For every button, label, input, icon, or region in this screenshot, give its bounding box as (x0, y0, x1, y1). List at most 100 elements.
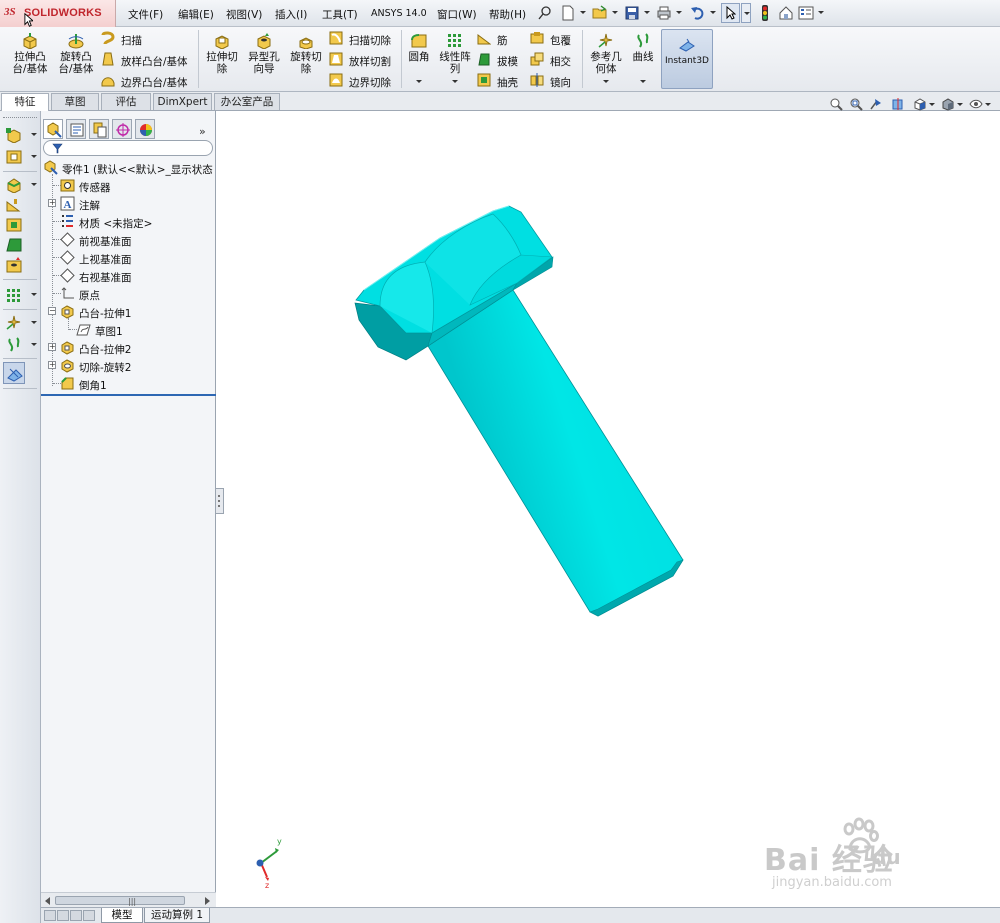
reference-geometry-button[interactable]: 参考几 何体 (587, 33, 625, 75)
curves-button[interactable]: 曲线 (629, 33, 657, 63)
undo-icon[interactable] (690, 5, 706, 21)
scroll-thumb[interactable]: ||| (55, 896, 185, 906)
undo-dropdown-icon[interactable] (710, 11, 716, 14)
tab-configurationmanager[interactable] (89, 119, 109, 139)
menu-view[interactable]: 视图(V) (226, 7, 262, 22)
menu-tools[interactable]: 工具(T) (322, 7, 358, 22)
graphics-area[interactable]: y z Bai 经验 du jingyan.baidu.com (225, 111, 1000, 907)
bolt-shaft[interactable] (427, 289, 684, 617)
tree-node-sensors[interactable]: 传感器 (60, 177, 210, 195)
boundary-boss-button[interactable]: 边界凸台/基体 (101, 72, 201, 90)
tab-last-button[interactable] (83, 910, 95, 921)
tab-office-products[interactable]: 办公室产品 (214, 93, 280, 110)
new-document-icon[interactable] (560, 5, 576, 21)
save-dropdown-icon[interactable] (644, 11, 650, 14)
lofted-boss-button[interactable]: 放样凸台/基体 (101, 51, 201, 69)
select-button[interactable] (721, 3, 740, 23)
extruded-boss-button[interactable]: 拉伸凸 台/基体 (10, 33, 50, 75)
tree-node-boss-extrude2[interactable]: 凸台-拉伸2 (60, 339, 210, 357)
rib-tool-icon[interactable] (5, 197, 23, 213)
save-icon[interactable] (624, 5, 640, 21)
extruded-boss-tool-icon[interactable] (5, 127, 23, 143)
menu-insert[interactable]: 插入(I) (275, 7, 307, 22)
view-orientation-icon[interactable] (913, 97, 927, 111)
tree-node-cut-revolve2[interactable]: 切除-旋转2 (60, 357, 210, 375)
swept-boss-button[interactable]: 扫描 (101, 30, 201, 48)
curves-dropdown-icon[interactable] (640, 80, 646, 83)
wrap-button[interactable]: 包覆 (530, 30, 580, 48)
menu-edit[interactable]: 编辑(E) (178, 7, 214, 22)
fillet-button[interactable]: 圆角 (405, 33, 433, 63)
display-style-icon[interactable] (941, 97, 955, 111)
cut-tool-dropdown-icon[interactable] (31, 155, 37, 158)
fillet-dropdown-icon[interactable] (416, 80, 422, 83)
new-dropdown-icon[interactable] (580, 11, 586, 14)
panel-splitter-handle[interactable] (216, 488, 224, 514)
hole-wizard-tool-icon[interactable] (5, 257, 23, 273)
scroll-left-arrow-icon[interactable] (45, 897, 50, 905)
pattern-tool-dropdown-icon[interactable] (31, 293, 37, 296)
instant3d-tool-button[interactable] (3, 362, 25, 384)
print-dropdown-icon[interactable] (676, 11, 682, 14)
tree-node-chamfer1[interactable]: 倒角1 (60, 375, 210, 393)
pin-icon[interactable] (537, 5, 553, 21)
fillet-tool-icon[interactable] (5, 177, 23, 193)
reference-tool-dropdown-icon[interactable] (31, 321, 37, 324)
extruded-cut-tool-icon[interactable] (5, 149, 23, 165)
display-style-dropdown-icon[interactable] (957, 103, 963, 106)
curves-tool-icon[interactable] (5, 337, 23, 353)
pattern-dropdown-icon[interactable] (452, 80, 458, 83)
tree-node-origin[interactable]: 原点 (60, 285, 210, 303)
linear-pattern-tool-icon[interactable] (5, 287, 23, 303)
reference-geometry-dropdown-icon[interactable] (603, 80, 609, 83)
open-folder-icon[interactable] (592, 5, 608, 21)
tab-dimxpertmanager[interactable] (112, 119, 132, 139)
rollback-bar[interactable] (41, 394, 216, 396)
menu-help[interactable]: 帮助(H) (489, 7, 526, 22)
mirror-button[interactable]: 镜向 (530, 72, 580, 90)
tree-root-part[interactable]: 零件1 (默认<<默认>_显示状态 (43, 159, 215, 177)
collapse-boss-extrude1-toggle[interactable]: − (48, 307, 56, 315)
tree-node-annotations[interactable]: A 注解 (60, 195, 210, 213)
swept-cut-button[interactable]: 扫描切除 (329, 30, 399, 48)
tab-propertymanager[interactable] (66, 119, 86, 139)
tab-evaluate[interactable]: 评估 (101, 93, 151, 110)
menu-file[interactable]: 文件(F) (128, 7, 163, 22)
tree-node-boss-extrude1[interactable]: 凸台-拉伸1 (60, 303, 210, 321)
file-properties-icon[interactable] (778, 5, 794, 21)
panel-more-chevron-icon[interactable]: » (199, 125, 206, 138)
reference-geometry-tool-icon[interactable] (5, 315, 23, 331)
boundary-cut-button[interactable]: 边界切除 (329, 72, 399, 90)
hide-show-dropdown-icon[interactable] (985, 103, 991, 106)
fillet-tool-dropdown-icon[interactable] (31, 183, 37, 186)
revolved-cut-button[interactable]: 旋转切 除 (286, 33, 326, 75)
tab-first-button[interactable] (44, 910, 56, 921)
zoom-to-area-icon[interactable] (849, 97, 863, 111)
view-orientation-dropdown-icon[interactable] (929, 103, 935, 106)
tab-sketch[interactable]: 草图 (51, 93, 99, 110)
tab-motion-study-1[interactable]: 运动算例 1 (144, 908, 210, 923)
instant3d-button[interactable]: Instant3D (661, 29, 713, 89)
tab-dimxpert[interactable]: DimXpert (153, 93, 212, 110)
tab-model[interactable]: 模型 (101, 908, 143, 923)
menu-ansys[interactable]: ANSYS 14.0 (371, 8, 427, 19)
extruded-cut-button[interactable]: 拉伸切 除 (203, 33, 241, 75)
tree-filter[interactable] (43, 140, 213, 156)
scroll-right-arrow-icon[interactable] (205, 897, 210, 905)
tab-features[interactable]: 特征 (1, 93, 49, 111)
tree-node-right-plane[interactable]: 右视基准面 (60, 267, 210, 285)
previous-view-icon[interactable] (869, 97, 883, 111)
open-dropdown-icon[interactable] (612, 11, 618, 14)
tree-node-top-plane[interactable]: 上视基准面 (60, 249, 210, 267)
zoom-to-fit-icon[interactable] (829, 97, 843, 111)
expand-boss-extrude2-toggle[interactable]: + (48, 343, 56, 351)
draft-button[interactable]: 拔模 (477, 51, 527, 69)
shell-button[interactable]: 抽壳 (477, 72, 527, 90)
print-icon[interactable] (656, 5, 672, 21)
intersect-button[interactable]: 相交 (530, 51, 580, 69)
options-icon[interactable] (798, 5, 814, 21)
shell-tool-icon[interactable] (5, 217, 23, 233)
menu-window[interactable]: 窗口(W) (437, 7, 477, 22)
feature-tree-hscrollbar[interactable]: ||| (41, 892, 216, 907)
select-dropdown[interactable] (741, 3, 751, 23)
